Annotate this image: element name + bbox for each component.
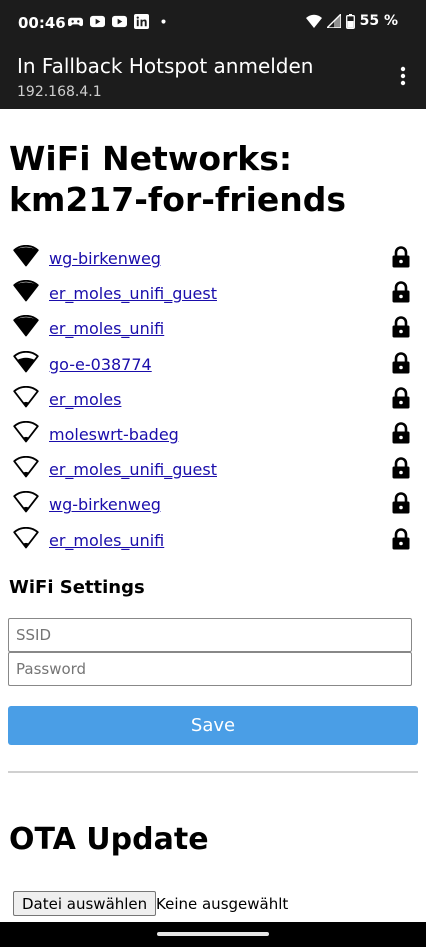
wifi-signal-icon xyxy=(13,491,39,513)
network-row: er_moles_unifi xyxy=(0,313,426,348)
dot-icon xyxy=(161,19,166,24)
network-link[interactable]: go-e-038774 xyxy=(49,355,152,374)
network-link[interactable]: er_moles_unifi_guest xyxy=(49,284,217,303)
network-link[interactable]: moleswrt-badeg xyxy=(49,425,179,444)
network-link[interactable]: er_moles_unifi xyxy=(49,531,164,550)
network-link[interactable]: er_moles_unifi_guest xyxy=(49,460,217,479)
network-link[interactable]: wg-birkenweg xyxy=(49,495,161,514)
network-row: moleswrt-badeg xyxy=(0,419,426,454)
status-right: 55 % xyxy=(305,13,398,29)
network-link[interactable]: er_moles xyxy=(49,390,121,409)
battery-level: 55 % xyxy=(359,13,398,29)
app-bar: In Fallback Hotspot anmelden 192.168.4.1 xyxy=(0,46,426,109)
wifi-status-icon xyxy=(305,14,322,28)
linkedin-icon xyxy=(134,14,149,29)
cell-signal-icon xyxy=(326,14,341,28)
youtube-icon xyxy=(90,15,105,28)
app-title: In Fallback Hotspot anmelden xyxy=(17,54,314,78)
wifi-signal-icon xyxy=(13,385,39,408)
wifi-signal-icon xyxy=(13,456,39,478)
page-title: WiFi Networks: km217-for-friends xyxy=(9,139,346,219)
lock-icon xyxy=(392,492,410,514)
wifi-settings-heading: WiFi Settings xyxy=(9,577,145,598)
ota-update-heading: OTA Update xyxy=(9,822,209,857)
save-button[interactable]: Save xyxy=(8,706,418,745)
network-row: er_moles_unifi_guest xyxy=(0,454,426,489)
lock-icon xyxy=(392,387,410,409)
lock-icon xyxy=(392,351,410,374)
app-subtitle: 192.168.4.1 xyxy=(17,84,102,100)
network-list: wg-birkenweg er_moles_unifi_guest er_moles… xyxy=(0,243,426,560)
youtube-icon xyxy=(112,15,127,28)
wifi-signal-icon xyxy=(13,420,39,443)
lock-icon xyxy=(392,422,410,444)
network-link[interactable]: er_moles_unifi xyxy=(49,319,164,338)
lock-icon xyxy=(392,246,410,268)
choose-file-button[interactable]: Datei auswählen xyxy=(13,891,157,916)
wifi-signal-icon xyxy=(13,245,39,267)
network-row: wg-birkenweg xyxy=(0,489,426,524)
wifi-signal-icon xyxy=(13,315,39,337)
ssid-input[interactable] xyxy=(8,618,412,652)
status-bar: 00:46 55 % xyxy=(0,0,426,46)
lock-icon xyxy=(392,527,410,549)
wifi-signal-icon xyxy=(13,280,39,302)
lock-icon xyxy=(392,281,410,303)
network-row: er_moles xyxy=(0,384,426,419)
game-controller-icon xyxy=(68,17,83,27)
navigation-bar xyxy=(0,922,426,947)
more-options-icon[interactable] xyxy=(393,64,413,88)
network-row: er_moles_unifi xyxy=(0,525,426,560)
divider xyxy=(8,771,418,773)
network-row: er_moles_unifi_guest xyxy=(0,278,426,313)
lock-icon xyxy=(392,457,410,479)
network-row: wg-birkenweg xyxy=(0,243,426,278)
wifi-signal-icon xyxy=(13,526,39,548)
battery-icon xyxy=(345,13,355,29)
network-link[interactable]: wg-birkenweg xyxy=(49,249,161,268)
network-row: go-e-038774 xyxy=(0,349,426,384)
status-time: 00:46 xyxy=(18,14,66,32)
wifi-signal-icon xyxy=(13,350,39,372)
home-gesture-handle[interactable] xyxy=(157,932,269,936)
notification-icons xyxy=(68,14,171,29)
lock-icon xyxy=(392,316,410,338)
file-status: Keine ausgewählt xyxy=(156,895,289,913)
page-content: WiFi Networks: km217-for-friends wg-birk… xyxy=(0,109,426,922)
password-input[interactable] xyxy=(8,652,412,686)
